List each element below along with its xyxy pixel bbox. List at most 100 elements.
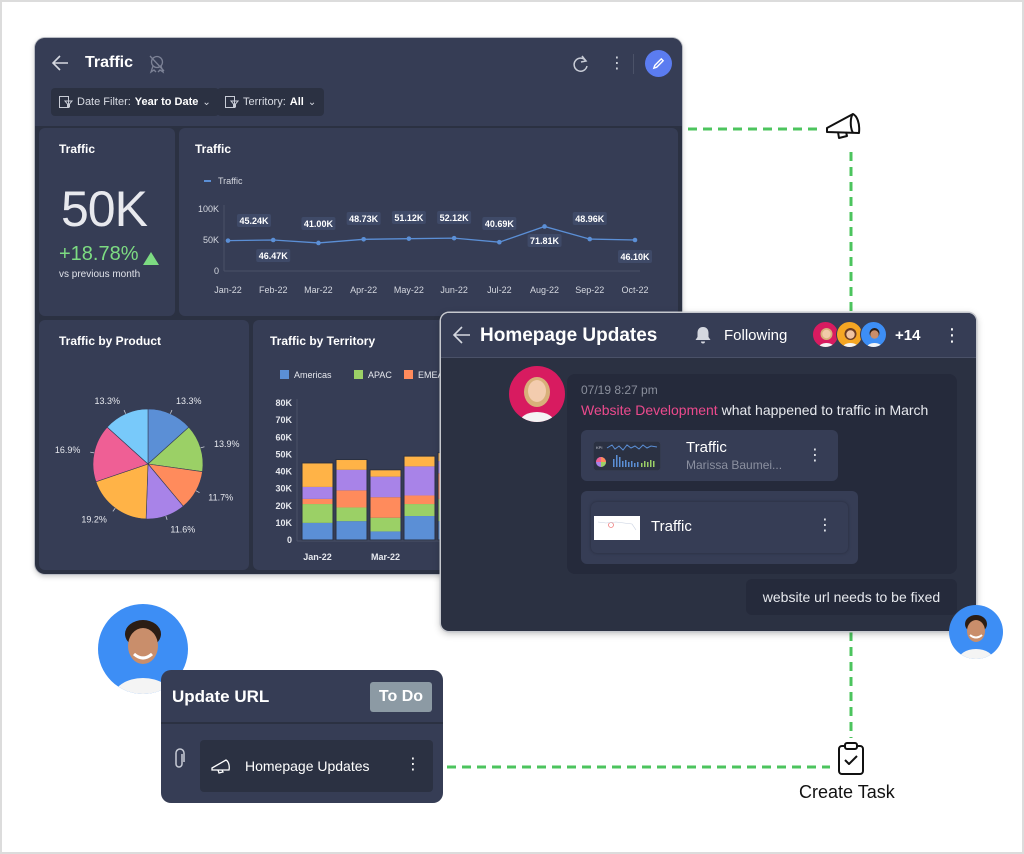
chat-title: Homepage Updates — [480, 325, 658, 346]
linked-thread-item[interactable]: Homepage Updates ⋮ — [200, 740, 433, 792]
message-author-avatar[interactable] — [509, 366, 565, 422]
traffic-by-product-panel[interactable]: Traffic by Product 13.3% 13.9% 11.7% 11.6% 1… — [39, 320, 249, 570]
pie-leader-line — [169, 409, 173, 414]
header-divider — [633, 54, 634, 74]
kpi-title: Traffic — [59, 142, 96, 156]
pie-leader-line — [195, 490, 200, 494]
more-options-icon[interactable]: ⋮ — [405, 756, 421, 774]
more-options-icon[interactable]: ⋮ — [817, 518, 833, 534]
bar-segment — [404, 456, 435, 467]
bar-segment — [302, 522, 333, 540]
dashboard-header: Traffic ⋮ Date Filter: Year to Date ⌄ Te… — [35, 38, 682, 126]
data-point — [270, 237, 276, 243]
y-tick-label: 100K — [198, 204, 219, 214]
y-tick-label: 60K — [275, 432, 292, 442]
bar-segment — [404, 516, 435, 540]
legend-swatch — [280, 370, 289, 379]
refresh-icon[interactable] — [571, 54, 591, 74]
back-arrow-icon[interactable] — [51, 53, 71, 73]
paperclip-icon — [175, 748, 185, 768]
legend-swatch — [404, 370, 413, 379]
x-tick-label: Sep-22 — [575, 285, 604, 295]
y-tick-label: 50K — [203, 235, 219, 245]
date-filter-dropdown[interactable]: Date Filter: Year to Date ⌄ — [51, 88, 219, 116]
pie-leader-line — [165, 515, 168, 520]
legend-swatch — [354, 370, 363, 379]
task-status-badge[interactable]: To Do — [370, 682, 432, 712]
x-tick-label: Jan-22 — [214, 285, 242, 295]
y-tick-label: 0 — [287, 535, 292, 545]
date-filter-value: Year to Date — [134, 96, 199, 108]
message-body: what happened to traffic in March — [717, 402, 929, 418]
chat-header: Homepage Updates Following +14 ⋮ — [441, 313, 976, 358]
data-point — [225, 238, 231, 243]
bar-segment — [302, 498, 333, 505]
kpi-subtitle: vs previous month — [59, 269, 141, 280]
x-tick-label: Aug-22 — [530, 285, 559, 295]
back-arrow-icon[interactable] — [452, 325, 472, 345]
y-tick-label: 50K — [275, 449, 292, 459]
x-tick-label: May-22 — [394, 285, 424, 295]
data-point — [587, 236, 593, 242]
bell-icon[interactable] — [693, 325, 713, 345]
clipboard-check-icon — [838, 742, 864, 775]
mention-tag[interactable]: Website Development — [581, 402, 718, 418]
date-filter-label: Date Filter: — [77, 96, 131, 108]
more-options-icon[interactable]: ⋮ — [943, 325, 961, 347]
x-tick-label: Oct-22 — [621, 285, 648, 295]
bar-segment — [336, 507, 367, 522]
bar-segment — [336, 490, 367, 508]
y-tick-label: 20K — [275, 501, 292, 511]
bar-segment — [370, 497, 401, 518]
attachment-card[interactable]: KPI Traffic Marissa Baumei... ⋮ — [581, 430, 838, 481]
certified-off-icon[interactable] — [147, 54, 167, 74]
traffic-line-chart-panel[interactable]: Traffic Traffic 0 50K 100K 45.24K Jan-22 46.47… — [179, 128, 678, 316]
kpi-panel[interactable]: Traffic 50K +18.78% vs previous month — [39, 128, 175, 316]
member-avatar[interactable] — [860, 321, 887, 348]
data-point — [316, 240, 321, 246]
filter-icon — [225, 96, 239, 108]
following-toggle[interactable]: Following — [724, 327, 787, 344]
pencil-icon — [652, 57, 665, 70]
avatar-man — [866, 328, 883, 347]
edit-button[interactable] — [645, 50, 672, 77]
svg-text:KPI: KPI — [596, 445, 602, 450]
data-point — [451, 235, 457, 241]
pie-label: 13.3% — [176, 396, 202, 406]
y-tick-label: 70K — [275, 415, 292, 425]
more-options-icon[interactable]: ⋮ — [807, 448, 823, 464]
bar-segment — [336, 459, 367, 470]
x-tick-label: Jun-22 — [440, 285, 468, 295]
bar-segment — [302, 462, 333, 487]
y-tick-label: 40K — [275, 467, 292, 477]
territory-filter-dropdown[interactable]: Territory: All ⌄ — [217, 88, 325, 116]
x-tick-label: Jul-22 — [487, 285, 512, 295]
chat-thread-window: Homepage Updates Following +14 ⋮ 07/19 8… — [441, 313, 976, 631]
members-extra-count[interactable]: +14 — [895, 327, 920, 344]
bar-segment — [370, 469, 401, 477]
pie-leader-line — [200, 446, 205, 449]
megaphone-icon — [826, 113, 861, 139]
legend-label: EMEA — [418, 370, 444, 380]
territory-filter-value: All — [289, 96, 304, 108]
y-tick-label: 80K — [275, 398, 292, 408]
trend-up-icon — [143, 252, 159, 265]
legend-label: APAC — [368, 370, 392, 380]
bar-segment — [370, 531, 401, 540]
data-point — [406, 236, 412, 241]
member-avatar[interactable] — [812, 321, 839, 348]
data-point — [361, 237, 366, 242]
bar-segment — [404, 504, 435, 517]
member-avatar[interactable] — [836, 321, 863, 348]
more-options-icon[interactable]: ⋮ — [609, 54, 625, 74]
task-card[interactable]: Update URL To Do Homepage Updates ⋮ — [161, 670, 443, 803]
pie-leader-line — [112, 507, 116, 512]
data-label: 46.47K — [259, 251, 289, 261]
data-point — [497, 239, 502, 245]
reply-author-avatar[interactable] — [949, 605, 1003, 659]
attachment-title: Traffic — [686, 439, 727, 456]
territory-filter-label: Territory: — [243, 96, 286, 108]
traffic-series-line — [227, 225, 636, 244]
attachment-card[interactable]: Traffic ⋮ — [581, 491, 858, 564]
traffic-line-chart: Traffic 0 50K 100K 45.24K Jan-22 46.47K Feb-22 4… — [198, 176, 652, 295]
